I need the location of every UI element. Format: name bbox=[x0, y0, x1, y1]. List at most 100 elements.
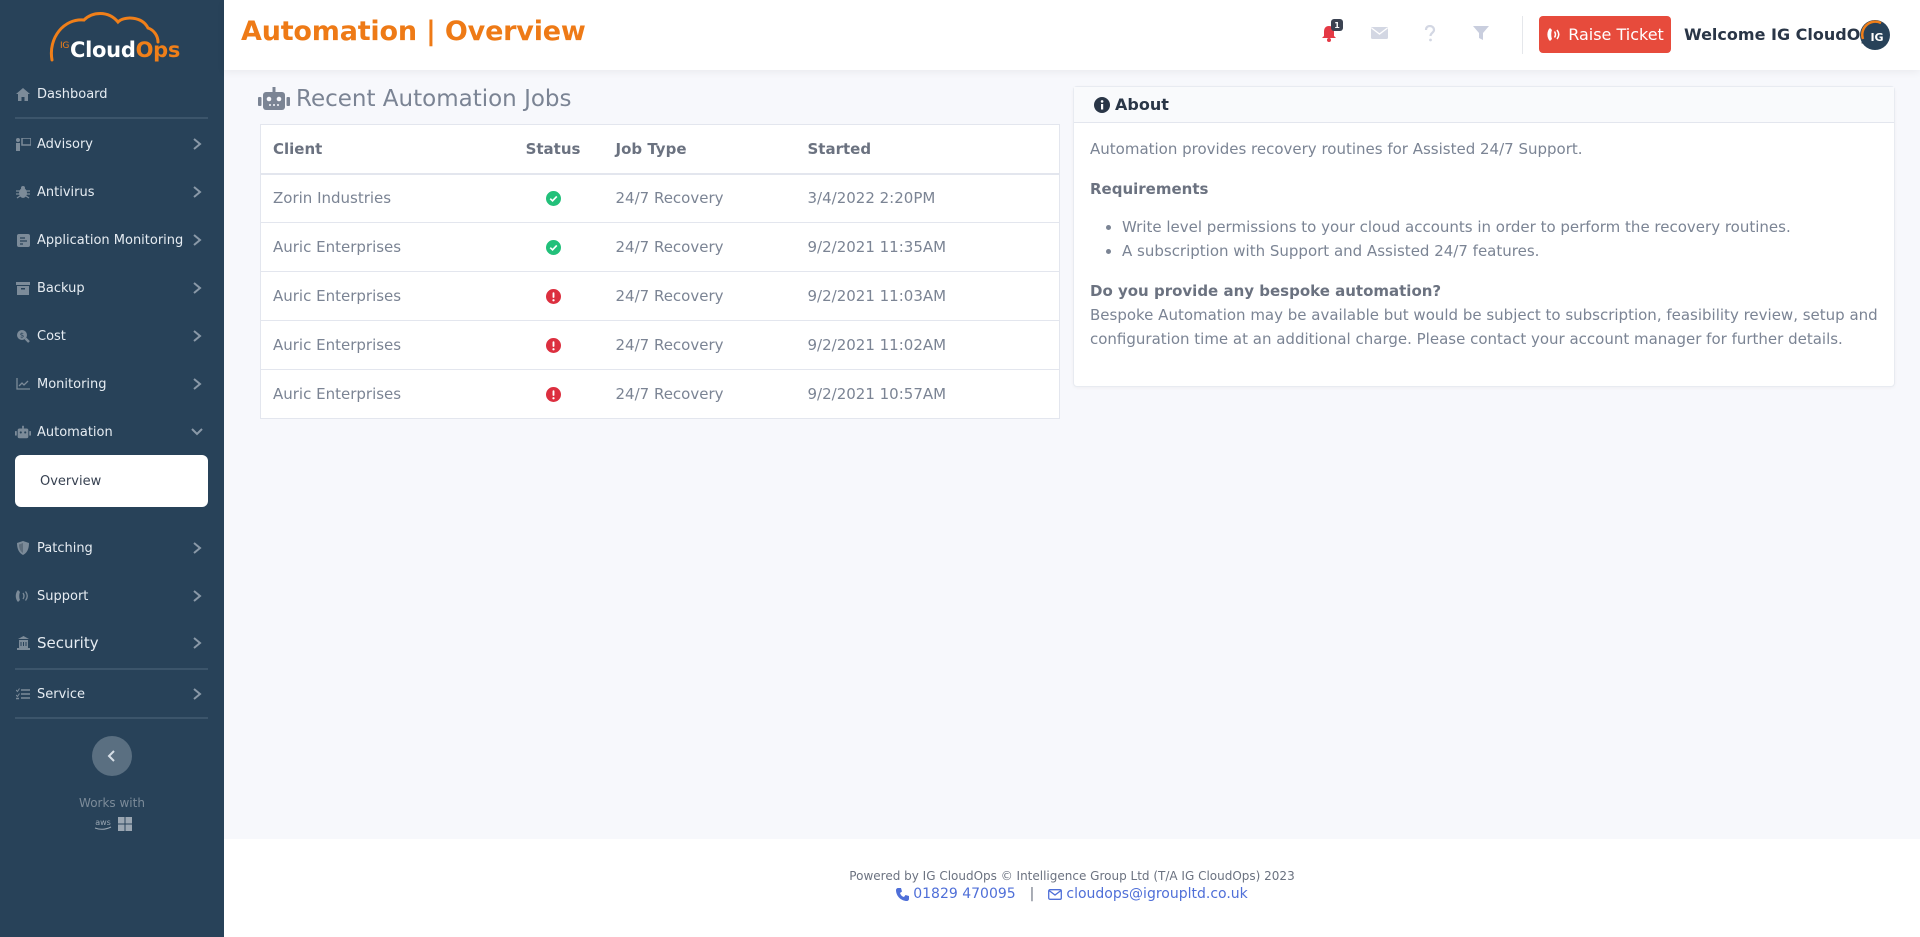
table-row[interactable]: Auric Enterprises 24/7 Recovery 9/2/2021… bbox=[260, 271, 1060, 321]
table-row[interactable]: Auric Enterprises 24/7 Recovery 9/2/2021… bbox=[261, 370, 1060, 419]
recent-jobs-title: Recent Automation Jobs bbox=[296, 86, 572, 112]
filter-icon bbox=[1473, 25, 1489, 40]
email-link[interactable]: cloudops@igroupltd.co.uk bbox=[1048, 886, 1248, 902]
filter-button[interactable] bbox=[1471, 22, 1491, 44]
exclamation-circle-icon bbox=[545, 289, 561, 304]
chevron-right-icon bbox=[193, 688, 202, 700]
sidebar-item-monitoring[interactable]: Monitoring bbox=[15, 369, 208, 399]
info-circle-icon bbox=[1094, 96, 1110, 113]
top-header: Automation | Overview 1 Raise Ticket Wel… bbox=[224, 0, 1920, 70]
svg-text:aws: aws bbox=[95, 818, 111, 827]
footer: Powered by IG CloudOps © Intelligence Gr… bbox=[224, 839, 1920, 937]
archive-icon bbox=[15, 281, 31, 295]
messages-button[interactable] bbox=[1369, 22, 1389, 44]
sidebar-item-antivirus[interactable]: Antivirus bbox=[15, 177, 208, 207]
status-cell bbox=[511, 370, 596, 419]
chevron-right-icon bbox=[193, 542, 202, 554]
sidebar-item-automation[interactable]: Automation bbox=[15, 417, 208, 447]
sidebar-item-label: Advisory bbox=[37, 136, 93, 152]
requirements-title: Requirements bbox=[1090, 180, 1209, 198]
requirement-item: A subscription with Support and Assisted… bbox=[1122, 239, 1878, 263]
works-with-logos: aws bbox=[92, 817, 132, 831]
notifications-button[interactable]: 1 bbox=[1319, 19, 1343, 44]
job-type-cell: 24/7 Recovery bbox=[595, 222, 796, 272]
sidebar-divider bbox=[15, 717, 208, 719]
igcloudops-logo[interactable]: IGCloudOps bbox=[46, 8, 180, 68]
recent-jobs-table: Client Status Job Type Started Zorin Ind… bbox=[260, 124, 1060, 419]
table-header-row: Client Status Job Type Started bbox=[260, 124, 1060, 175]
sidebar-item-application-monitoring[interactable]: Application Monitoring bbox=[15, 225, 208, 255]
chart-line-icon bbox=[15, 377, 31, 391]
contact-line: 01829 470095 | cloudops@igroupltd.co.uk bbox=[224, 886, 1920, 902]
client-cell: Auric Enterprises bbox=[273, 385, 402, 403]
sidebar-item-label: Monitoring bbox=[37, 376, 107, 392]
about-intro: Automation provides recovery routines fo… bbox=[1090, 140, 1583, 158]
sidebar-item-label: Security bbox=[37, 634, 99, 652]
sidebar-item-support[interactable]: Support bbox=[15, 581, 208, 611]
status-cell bbox=[510, 271, 596, 321]
sidebar-item-cost[interactable]: $ Cost bbox=[15, 321, 208, 351]
sidebar: IGCloudOps Dashboard Advisory Antivirus … bbox=[0, 0, 224, 937]
search-dollar-icon: $ bbox=[15, 329, 31, 343]
chevron-right-icon bbox=[193, 378, 202, 390]
exclamation-circle-icon bbox=[545, 387, 561, 402]
sidebar-item-patching[interactable]: Patching bbox=[15, 533, 208, 563]
column-header-client[interactable]: Client bbox=[260, 124, 511, 175]
sidebar-item-security[interactable]: Security bbox=[15, 628, 208, 658]
started-cell: 9/2/2021 10:57AM bbox=[807, 385, 947, 403]
sidebar-item-advisory[interactable]: Advisory bbox=[15, 129, 208, 159]
sidebar-item-label: Application Monitoring bbox=[37, 232, 184, 248]
chevron-right-icon bbox=[193, 138, 202, 150]
sidebar-divider bbox=[15, 668, 208, 670]
svg-text:$: $ bbox=[20, 332, 24, 340]
tasks-icon bbox=[15, 687, 31, 701]
column-header-started[interactable]: Started bbox=[795, 124, 1060, 175]
raise-ticket-label: Raise Ticket bbox=[1568, 25, 1664, 44]
table-row[interactable]: Zorin Industries 24/7 Recovery 3/4/2022 … bbox=[260, 173, 1060, 223]
phone-link[interactable]: 01829 470095 bbox=[896, 886, 1016, 902]
table-row[interactable]: Auric Enterprises 24/7 Recovery 9/2/2021… bbox=[260, 320, 1060, 370]
works-with-label: Works with bbox=[79, 796, 145, 810]
user-avatar[interactable]: IG bbox=[1859, 19, 1891, 51]
requirements-list: Write level permissions to your cloud ac… bbox=[1122, 215, 1878, 263]
started-cell: 9/2/2021 11:35AM bbox=[795, 222, 1060, 272]
client-cell: Auric Enterprises bbox=[260, 320, 511, 370]
logo-text: IGCloudOps bbox=[60, 38, 181, 62]
envelope-icon bbox=[1370, 27, 1388, 39]
job-type-cell: 24/7 Recovery bbox=[595, 320, 796, 370]
envelope-icon bbox=[1048, 888, 1063, 900]
started-cell: 9/2/2021 11:03AM bbox=[795, 271, 1060, 321]
chevron-right-icon bbox=[193, 282, 202, 294]
raise-ticket-button[interactable]: Raise Ticket bbox=[1539, 16, 1671, 53]
sidebar-item-service[interactable]: Service bbox=[15, 679, 208, 709]
job-type-cell: 24/7 Recovery bbox=[595, 173, 796, 223]
header-divider bbox=[1522, 16, 1523, 54]
chevron-right-icon bbox=[193, 330, 202, 342]
chevron-right-icon bbox=[193, 186, 202, 198]
check-circle-icon bbox=[545, 240, 561, 255]
column-header-job-type[interactable]: Job Type bbox=[595, 124, 796, 175]
job-type-cell: 24/7 Recovery bbox=[615, 385, 724, 403]
help-button[interactable] bbox=[1420, 22, 1440, 44]
sidebar-item-label: Patching bbox=[37, 540, 93, 556]
home-icon bbox=[15, 87, 31, 101]
table-row[interactable]: Auric Enterprises 24/7 Recovery 9/2/2021… bbox=[260, 222, 1060, 272]
sidebar-item-dashboard[interactable]: Dashboard bbox=[15, 79, 208, 109]
collapse-sidebar-button[interactable] bbox=[92, 736, 132, 776]
sidebar-item-label: Service bbox=[37, 686, 86, 702]
column-header-status[interactable]: Status bbox=[510, 124, 596, 175]
sidebar-item-label: Automation bbox=[37, 424, 113, 440]
started-cell: 3/4/2022 2:20PM bbox=[795, 173, 1060, 223]
chevron-right-icon bbox=[193, 590, 202, 602]
sidebar-item-label: Dashboard bbox=[37, 86, 108, 102]
notification-count-badge: 1 bbox=[1331, 19, 1343, 31]
shield-icon bbox=[15, 541, 31, 555]
sidebar-item-backup[interactable]: Backup bbox=[15, 273, 208, 303]
sidebar-subitem-overview[interactable]: Overview bbox=[15, 455, 208, 507]
windows-logo-icon bbox=[118, 817, 132, 831]
aws-logo-icon: aws bbox=[94, 818, 112, 830]
avatar-initials: IG bbox=[1870, 31, 1883, 44]
client-cell: Auric Enterprises bbox=[260, 271, 511, 321]
avatar-icon: IG bbox=[1860, 20, 1890, 50]
phone-volume-icon bbox=[15, 589, 31, 603]
